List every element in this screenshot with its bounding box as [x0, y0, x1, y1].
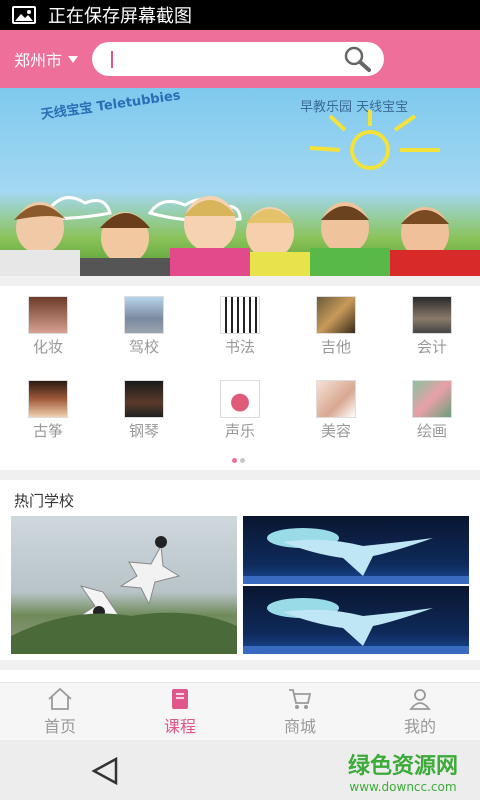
section-title: 热门学校	[14, 492, 75, 510]
banner-illustration	[0, 110, 480, 276]
category-label: 古筝	[32, 422, 63, 440]
search-icon[interactable]	[342, 45, 372, 73]
category-item[interactable]: 驾校	[96, 296, 192, 357]
category-label: 化妆	[32, 338, 63, 356]
makeup-photo	[28, 296, 68, 334]
home-icon	[48, 687, 72, 710]
watermark-url: www.downcc.com	[349, 780, 457, 794]
category-grid: 化妆 驾校 书法 吉他 会计 古筝 钢琴 声乐 美容 绘画	[0, 286, 480, 470]
status-bar: 正在保存屏幕截图	[0, 0, 480, 30]
category-label: 驾校	[128, 338, 159, 356]
guitar-photo	[316, 296, 356, 334]
vocal-photo	[220, 380, 260, 418]
next-section-peek	[0, 670, 480, 682]
city-selector[interactable]: 郑州市	[14, 47, 79, 71]
city-label: 郑州市	[14, 51, 63, 70]
page-dot-active	[232, 458, 237, 463]
category-item[interactable]: 吉他	[288, 296, 384, 357]
driving-school-photo	[124, 296, 164, 334]
page-indicator	[232, 458, 245, 463]
tab-label: 商城	[283, 716, 316, 736]
beauty-photo	[316, 380, 356, 418]
calligraphy-photo	[220, 296, 260, 334]
user-icon	[409, 688, 431, 710]
tab-mine[interactable]: 我的	[360, 683, 480, 740]
promo-banner[interactable]: 天线宝宝 Teletubbies 早教乐园 天线宝宝	[0, 88, 480, 276]
back-icon[interactable]	[90, 756, 120, 786]
guzheng-photo	[28, 380, 68, 418]
category-item[interactable]: 古筝	[0, 380, 96, 441]
category-label: 声乐	[224, 422, 255, 440]
school-photo-kungfu[interactable]	[11, 516, 237, 654]
dancer-figure	[243, 598, 469, 654]
school-photo-dance-1[interactable]	[243, 516, 469, 584]
category-label: 美容	[320, 422, 351, 440]
category-item[interactable]: 会计	[384, 296, 480, 357]
hot-schools-section: 热门学校	[0, 480, 480, 660]
category-label: 吉他	[320, 338, 351, 356]
tab-home[interactable]: 首页	[0, 683, 120, 740]
watermark: 绿色资源网 www.downcc.com	[348, 748, 458, 794]
cart-icon	[289, 688, 312, 709]
category-label: 钢琴	[128, 422, 159, 440]
header: 郑州市	[0, 30, 480, 88]
search-box[interactable]	[92, 42, 385, 76]
painting-photo	[412, 380, 452, 418]
page-dot	[240, 458, 245, 463]
category-item[interactable]: 化妆	[0, 296, 96, 357]
category-item[interactable]: 声乐	[192, 380, 288, 441]
tab-course[interactable]: 课程	[120, 683, 240, 740]
category-label: 绘画	[416, 422, 447, 440]
status-text: 正在保存屏幕截图	[48, 6, 192, 27]
category-item[interactable]: 钢琴	[96, 380, 192, 441]
tab-label: 课程	[163, 716, 196, 736]
kungfu-figures	[11, 536, 237, 654]
category-item[interactable]: 绘画	[384, 380, 480, 441]
chevron-down-icon	[68, 55, 79, 63]
watermark-name: 绿色资源网	[347, 754, 458, 779]
school-photo-dance-2[interactable]	[243, 586, 469, 654]
tab-label: 我的	[403, 716, 436, 736]
category-item[interactable]: 美容	[288, 380, 384, 441]
dancer-figure	[243, 528, 469, 584]
book-icon	[172, 688, 188, 709]
category-label: 书法	[224, 338, 255, 356]
image-icon	[12, 6, 36, 24]
category-item[interactable]: 书法	[192, 296, 288, 357]
accounting-photo	[412, 296, 452, 334]
tab-label: 首页	[43, 716, 76, 736]
tab-mall[interactable]: 商城	[240, 683, 360, 740]
text-cursor	[111, 51, 114, 68]
bottom-tab-bar: 首页 课程 商城 我的	[0, 682, 480, 740]
piano-photo	[124, 380, 164, 418]
category-label: 会计	[416, 338, 447, 356]
search-input[interactable]	[118, 46, 339, 72]
